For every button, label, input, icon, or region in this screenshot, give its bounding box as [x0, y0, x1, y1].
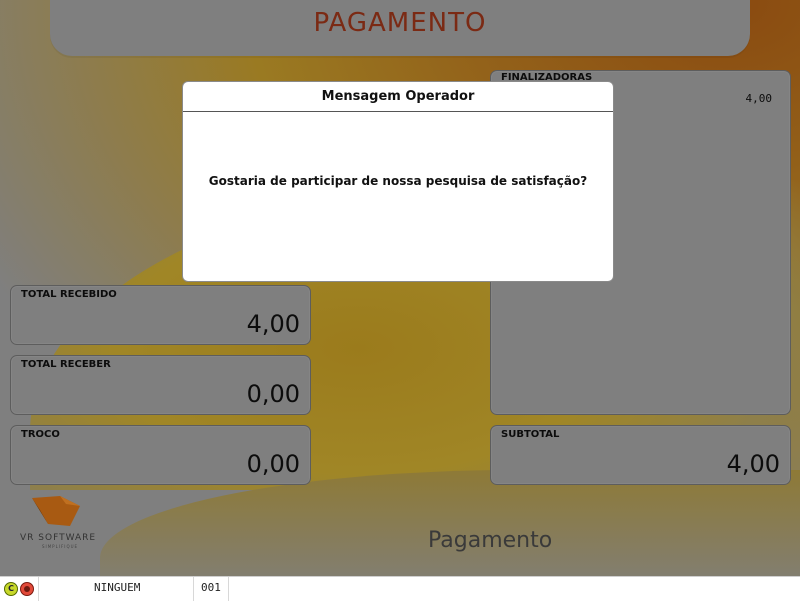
subtotal-label: SUBTOTAL [501, 429, 560, 440]
status-divider [38, 577, 39, 601]
troco-label: TROCO [21, 429, 60, 440]
subtotal-panel: SUBTOTAL 4,00 [490, 425, 791, 485]
status-bar: C NINGUEM 001 [0, 576, 800, 601]
troco-value: 0,00 [246, 450, 300, 478]
page-header: PAGAMENTO [50, 0, 750, 56]
finalizadoras-value: 4,00 [745, 92, 773, 105]
total-recebido-panel: TOTAL RECEBIDO 4,00 [10, 285, 311, 345]
logo-mark-icon [32, 496, 80, 526]
troco-panel: TROCO 0,00 [10, 425, 311, 485]
footer-title: Pagamento [428, 528, 553, 553]
logo-name: VR SOFTWARE [20, 533, 97, 543]
status-divider [228, 577, 229, 601]
vr-software-logo: VR SOFTWARE SIMPLIFIQUE [20, 492, 110, 552]
total-receber-panel: TOTAL RECEBER 0,00 [10, 355, 311, 415]
page-title: PAGAMENTO [313, 8, 487, 38]
connection-status-icon: C [4, 582, 18, 596]
terminal-number: 001 [201, 581, 221, 594]
dialog-message: Gostaria de participar de nossa pesquisa… [208, 174, 588, 188]
status-divider [193, 577, 194, 601]
total-receber-value: 0,00 [246, 380, 300, 408]
total-recebido-value: 4,00 [246, 310, 300, 338]
operator-message-dialog[interactable]: Mensagem Operador Gostaria de participar… [182, 81, 614, 282]
subtotal-value: 4,00 [726, 450, 780, 478]
total-recebido-label: TOTAL RECEBIDO [21, 289, 117, 300]
dialog-header: Mensagem Operador [183, 82, 613, 112]
dialog-title: Mensagem Operador [321, 89, 475, 104]
logo-tagline: SIMPLIFIQUE [42, 544, 79, 549]
record-status-icon [20, 582, 34, 596]
total-receber-label: TOTAL RECEBER [21, 359, 111, 370]
operator-name: NINGUEM [94, 581, 141, 594]
